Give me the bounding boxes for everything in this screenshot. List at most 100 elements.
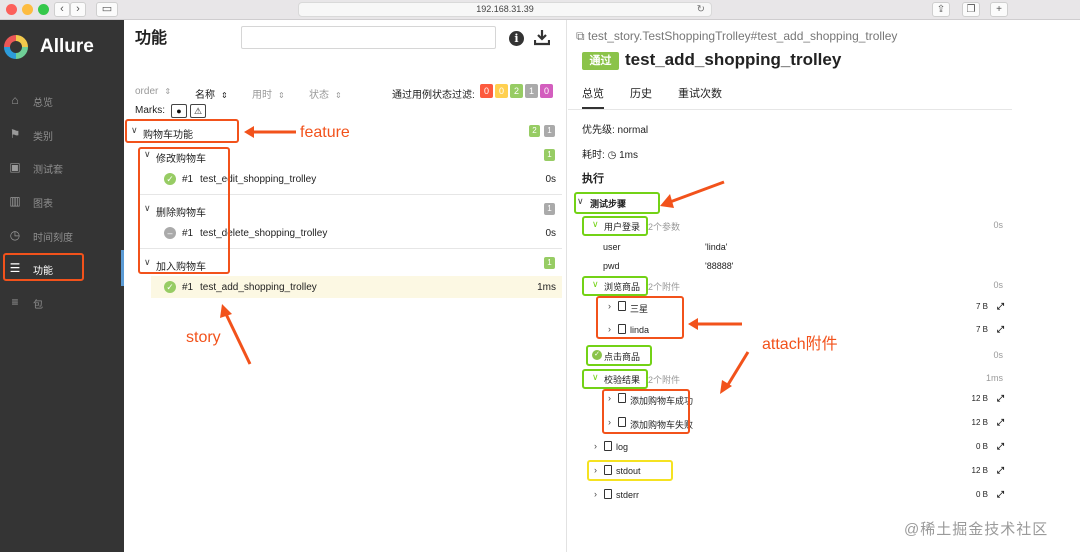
- tab-history[interactable]: 历史: [630, 85, 652, 107]
- status-badge: 通过: [582, 52, 619, 70]
- sidebar-item-label: 总览: [33, 98, 53, 109]
- attachment-size: 7 B: [975, 325, 988, 334]
- chevron-right-icon: ›: [76, 3, 80, 15]
- param-name: user: [603, 242, 621, 252]
- download-icon[interactable]: [534, 29, 550, 46]
- filter-broken-toggle[interactable]: 0: [495, 84, 508, 98]
- step-annotation-box: [582, 276, 648, 296]
- maximize-window-button[interactable]: [38, 4, 49, 15]
- output-size: 0 B: [975, 442, 988, 451]
- browser-toolbar: ‹ › ▭ 192.168.31.39 ↻ ⇪ ❐ +: [0, 0, 1080, 20]
- step-meta: 2个附件: [648, 375, 681, 385]
- brand-name: Allure: [40, 36, 94, 57]
- sidebar-item-label: 类别: [33, 132, 53, 143]
- feature-count-passed: 2: [529, 125, 540, 137]
- sidebar-item-overview[interactable]: ⌂ 总览: [0, 85, 124, 115]
- expand-icon[interactable]: ⤢: [997, 417, 1004, 428]
- allure-logo-icon: [4, 35, 28, 59]
- bar-chart-icon: ▥: [9, 194, 21, 208]
- sidebar-item-label: 包: [33, 300, 43, 311]
- test-title: test_add_shopping_trolley: [625, 50, 842, 69]
- status-filter-label: 通过用例状态过滤:: [392, 90, 475, 101]
- step-meta: 2个附件: [648, 282, 681, 292]
- sidebar-item-label: 时间刻度: [33, 233, 73, 244]
- share-button[interactable]: ⇪: [932, 2, 950, 17]
- home-icon: ⌂: [11, 93, 19, 107]
- filter-passed-toggle[interactable]: 2: [510, 84, 523, 98]
- attach-arrow-icon: [720, 351, 750, 394]
- sidebar-icon: ▭: [101, 3, 113, 15]
- output-row[interactable]: › stderr 0 B ⤢: [568, 486, 1012, 506]
- story-count: 1: [544, 203, 555, 215]
- tree-pane: 功能 i order ⇕ 名称 ⇕ 用时 ⇕ 状态 ⇕ 通过用例状态过滤: 0 0 2 …: [124, 20, 567, 552]
- file-icon: [604, 441, 612, 451]
- feature-count-skipped: 1: [544, 125, 555, 137]
- test-row-selected[interactable]: ✓ #1 test_add_shopping_trolley 1ms: [124, 278, 567, 300]
- output-name: log: [616, 442, 629, 452]
- forward-button[interactable]: ›: [70, 2, 86, 17]
- copy-icon[interactable]: ⧉: [576, 29, 588, 43]
- expand-icon[interactable]: ⤢: [997, 489, 1004, 500]
- execution-heading: 执行: [582, 173, 604, 185]
- minimize-window-button[interactable]: [22, 4, 33, 15]
- expand-icon[interactable]: ⤢: [997, 393, 1004, 404]
- sort-status-label: 状态: [309, 90, 329, 101]
- info-icon[interactable]: i: [509, 31, 524, 46]
- expand-icon[interactable]: ⤢: [997, 324, 1004, 335]
- step-duration: 0s: [993, 220, 1003, 230]
- close-window-button[interactable]: [6, 4, 17, 15]
- sort-order-label: order: [135, 86, 159, 97]
- expand-icon[interactable]: ⤢: [997, 441, 1004, 452]
- sort-status[interactable]: 状态 ⇕: [309, 86, 342, 101]
- story-count: 1: [544, 149, 555, 161]
- back-button[interactable]: ‹: [54, 2, 70, 17]
- filter-skipped-toggle[interactable]: 1: [525, 84, 538, 98]
- filter-unknown-toggle[interactable]: 0: [540, 84, 553, 98]
- step-annotation-box: [586, 345, 652, 366]
- watermark: @稀土掘金技术社区: [904, 521, 1049, 538]
- filter-failed-toggle[interactable]: 0: [480, 84, 493, 98]
- search-input[interactable]: [241, 26, 496, 49]
- sort-icon: ⇕: [164, 87, 172, 96]
- tab-overview[interactable]: 总览: [582, 85, 604, 109]
- chevron-right-icon: ›: [594, 441, 597, 451]
- attach-annotation-box: [602, 389, 690, 434]
- sort-name-label: 名称: [195, 90, 215, 101]
- reload-icon[interactable]: ↻: [697, 3, 705, 16]
- expand-icon[interactable]: ⤢: [997, 465, 1004, 476]
- sort-order[interactable]: order ⇕: [135, 86, 171, 97]
- tabs-button[interactable]: ❐: [962, 2, 980, 17]
- clock-icon: ◷: [9, 228, 21, 242]
- sort-icon: ⇕: [221, 91, 228, 100]
- new-failed-mark-toggle[interactable]: ⚠: [190, 104, 206, 118]
- output-size: 0 B: [975, 490, 988, 499]
- test-full-path-text: test_story.TestShoppingTrolley#test_add_…: [587, 29, 898, 43]
- duration-row: 耗时: ◷ 1ms: [582, 146, 638, 161]
- address-bar[interactable]: 192.168.31.39 ↻: [298, 2, 712, 17]
- sidebar-item-timeline[interactable]: ◷ 时间刻度: [0, 220, 124, 250]
- sidebar-toggle-button[interactable]: ▭: [96, 2, 118, 17]
- param-value: 'linda': [705, 242, 728, 252]
- brand[interactable]: Allure: [4, 34, 120, 60]
- file-icon: [604, 489, 612, 499]
- sidebar-item-label: 图表: [33, 199, 53, 210]
- warning-icon: ⚠: [193, 106, 203, 116]
- attach-annotation-text: attach附件: [762, 336, 838, 353]
- sort-name[interactable]: 名称 ⇕: [195, 86, 228, 101]
- sort-duration[interactable]: 用时 ⇕: [252, 86, 285, 101]
- sidebar-item-suites[interactable]: ▣ 测试套: [0, 152, 124, 182]
- duration-value: 1ms: [619, 150, 638, 161]
- chevron-right-icon: ›: [594, 489, 597, 499]
- clock-icon: ◷: [607, 150, 617, 161]
- sidebar-item-packages[interactable]: ≡ 包: [0, 287, 124, 317]
- output-row[interactable]: › log 0 B ⤢: [568, 438, 1012, 458]
- new-tab-button[interactable]: +: [990, 2, 1008, 17]
- flaky-mark-toggle[interactable]: ●: [171, 104, 187, 118]
- tab-retries[interactable]: 重试次数: [678, 85, 722, 107]
- feature-arrow-icon: [244, 126, 296, 138]
- sidebar-item-categories[interactable]: ⚑ 类别: [0, 119, 124, 149]
- test-number: #1: [182, 282, 194, 293]
- feature-annotation-box: [125, 119, 239, 143]
- expand-icon[interactable]: ⤢: [997, 301, 1004, 312]
- sidebar-item-graphs[interactable]: ▥ 图表: [0, 186, 124, 216]
